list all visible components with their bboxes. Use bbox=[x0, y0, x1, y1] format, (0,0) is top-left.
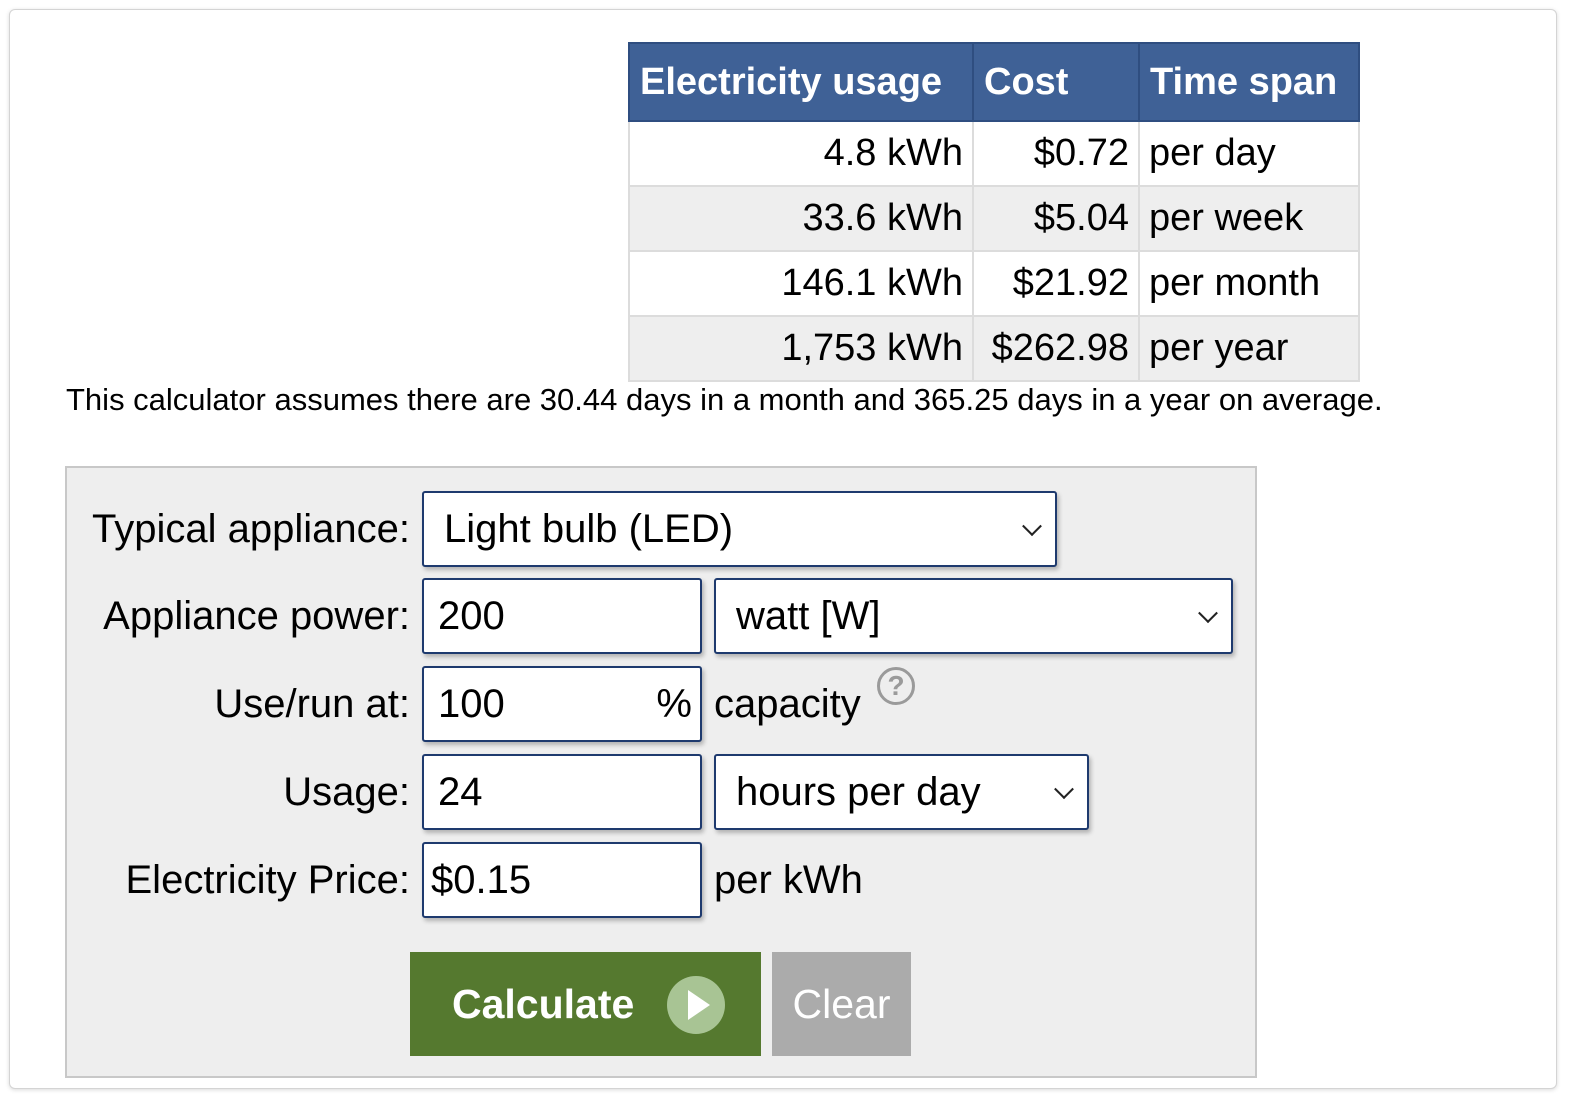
appliance-select-value: Light bulb (LED) bbox=[444, 506, 734, 551]
chevron-down-icon bbox=[1054, 779, 1074, 800]
cost-cell: $21.92 bbox=[972, 250, 1140, 317]
usage-unit-value: hours per day bbox=[736, 769, 981, 814]
help-icon[interactable]: ? bbox=[877, 667, 915, 705]
span-cell: per year bbox=[1138, 315, 1360, 382]
usage-unit-select[interactable]: hours per day bbox=[714, 754, 1089, 830]
power-input-value: 200 bbox=[438, 593, 505, 638]
appliance-label: Typical appliance: bbox=[92, 507, 410, 551]
results-table: Electricity usage Cost Time span 4.8 kWh… bbox=[628, 42, 1360, 382]
usage-cell: 33.6 kWh bbox=[628, 185, 974, 252]
percent-sign: % bbox=[656, 681, 692, 726]
usage-input[interactable]: 24 bbox=[422, 754, 702, 830]
chevron-down-icon bbox=[1022, 516, 1042, 537]
usage-input-value: 24 bbox=[438, 769, 483, 814]
header-time-span: Time span bbox=[1138, 42, 1360, 122]
appliance-select[interactable]: Light bulb (LED) bbox=[422, 491, 1057, 567]
power-unit-select[interactable]: watt [W] bbox=[714, 578, 1233, 654]
span-cell: per week bbox=[1138, 185, 1360, 252]
price-input[interactable]: $0.15 bbox=[422, 842, 702, 918]
usage-cell: 1,753 kWh bbox=[628, 315, 974, 382]
usage-label: Usage: bbox=[283, 770, 410, 814]
clear-button[interactable]: Clear bbox=[772, 952, 911, 1056]
capacity-input[interactable]: 100 % bbox=[422, 666, 702, 742]
capacity-input-value: 100 bbox=[438, 681, 505, 726]
userun-label: Use/run at: bbox=[214, 682, 410, 726]
capacity-suffix: capacity bbox=[714, 682, 861, 726]
table-row: 4.8 kWh $0.72 per day bbox=[628, 120, 1360, 187]
price-suffix: per kWh bbox=[714, 858, 863, 902]
cost-cell: $262.98 bbox=[972, 315, 1140, 382]
usage-cell: 146.1 kWh bbox=[628, 250, 974, 317]
calculate-button-label: Calculate bbox=[452, 980, 635, 1027]
cost-cell: $5.04 bbox=[972, 185, 1140, 252]
price-label: Electricity Price: bbox=[125, 858, 411, 902]
chevron-down-icon bbox=[1198, 603, 1218, 624]
cost-cell: $0.72 bbox=[972, 120, 1140, 187]
assumption-note: This calculator assumes there are 30.44 … bbox=[66, 382, 1383, 417]
table-row: 146.1 kWh $21.92 per month bbox=[628, 250, 1360, 317]
table-header-row: Electricity usage Cost Time span bbox=[628, 42, 1360, 122]
table-row: 1,753 kWh $262.98 per year bbox=[628, 315, 1360, 382]
table-row: 33.6 kWh $5.04 per week bbox=[628, 185, 1360, 252]
calculate-button[interactable]: Calculate bbox=[410, 952, 761, 1056]
power-input[interactable]: 200 bbox=[422, 578, 702, 654]
power-label: Appliance power: bbox=[103, 594, 410, 638]
span-cell: per day bbox=[1138, 120, 1360, 187]
play-icon bbox=[667, 976, 725, 1034]
power-unit-value: watt [W] bbox=[736, 593, 881, 638]
header-electricity-usage: Electricity usage bbox=[628, 42, 974, 122]
usage-cell: 4.8 kWh bbox=[628, 120, 974, 187]
header-cost: Cost bbox=[972, 42, 1140, 122]
span-cell: per month bbox=[1138, 250, 1360, 317]
price-input-value: $0.15 bbox=[431, 857, 532, 902]
